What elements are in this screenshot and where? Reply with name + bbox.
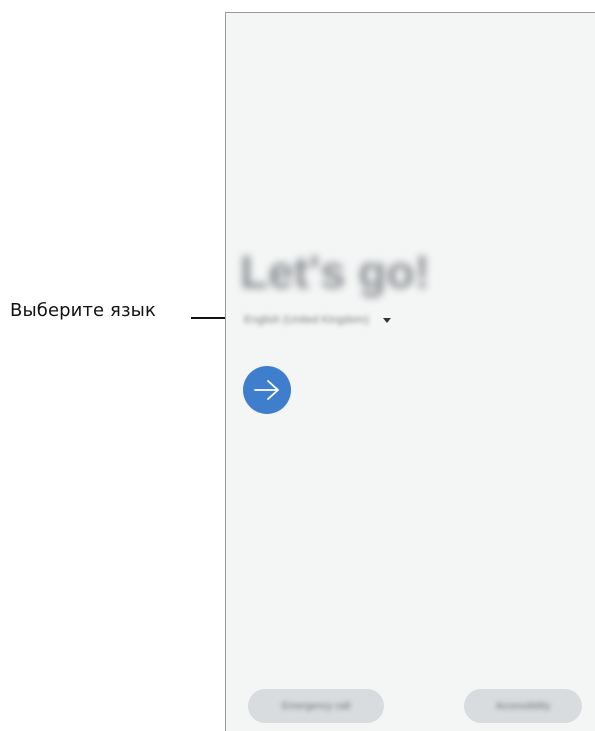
accessibility-label: Accessibility <box>495 700 551 712</box>
arrow-right-icon <box>254 380 279 400</box>
accessibility-button[interactable]: Accessibility <box>464 689 582 723</box>
device-screen: Let's go! English (United Kingdom) Emerg… <box>225 12 595 731</box>
emergency-call-button[interactable]: Emergency call <box>248 689 384 723</box>
page: Выберите язык Let's go! English (United … <box>0 0 595 731</box>
emergency-call-label: Emergency call <box>281 700 351 712</box>
dropdown-arrow-icon <box>382 317 391 323</box>
next-button[interactable] <box>243 366 291 414</box>
welcome-title: Let's go! <box>240 246 430 298</box>
language-selected-value: English (United Kingdom) <box>244 314 369 326</box>
language-selector[interactable]: English (United Kingdom) <box>244 309 391 331</box>
callout-label: Выберите язык <box>10 300 156 321</box>
